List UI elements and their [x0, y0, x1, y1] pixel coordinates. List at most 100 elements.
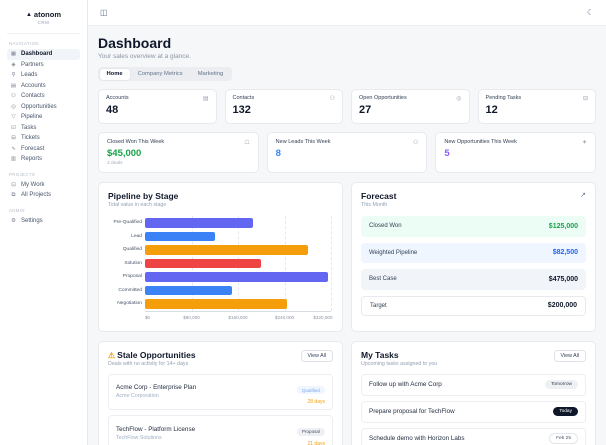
stage-badge: Proposal — [296, 427, 325, 436]
sidebar-item-opportunities[interactable]: ◎ Opportunities — [7, 102, 80, 113]
sidebar-item-label: All Projects — [21, 192, 52, 199]
pipeline-bar-chart: Pre-Qualified Lead Qualified Solution Propos… — [108, 216, 333, 323]
chart-bar-committed[interactable] — [145, 285, 233, 295]
theme-toggle-icon[interactable]: ☾ — [587, 8, 594, 17]
sidebar-item-label: Forecast — [21, 145, 45, 152]
people-icon: ⚇ — [11, 93, 16, 100]
task-item[interactable]: Follow up with Acme Corp Tomorrow — [361, 373, 586, 396]
chart-category-label: Solution — [124, 260, 142, 266]
chart-x-axis — [145, 310, 331, 312]
chart-bar-pre-qualified[interactable] — [145, 218, 253, 228]
tab-company-metrics[interactable]: Company Metrics — [131, 69, 190, 80]
chart-bar-row: Lead — [108, 230, 333, 244]
sidebar-toggle-icon[interactable]: ◫ — [100, 8, 108, 17]
stale-item-meta: Qualified 28 days — [296, 379, 325, 405]
stale-subtitle: Deals with no activity for 14+ days — [108, 360, 189, 367]
chart-bar-qualified[interactable] — [145, 245, 308, 255]
tab-home[interactable]: Home — [99, 68, 130, 80]
stat-value: 132 — [232, 104, 251, 116]
sidebar-item-pipeline[interactable]: ▽ Pipeline — [7, 112, 80, 123]
brand-tagline: CRM — [37, 20, 50, 25]
weekly-row: Closed Won This Week ☖ $45,000 3 deals New L… — [98, 132, 597, 173]
my-tasks-panel: My Tasks Upcoming tasks assigned to you … — [351, 340, 596, 445]
target-icon: ◎ — [11, 103, 16, 110]
folder-icon: ⧉ — [11, 191, 16, 198]
target-icon: ◎ — [456, 96, 462, 102]
stat-value: 12 — [485, 104, 498, 116]
tab-marketing[interactable]: Marketing — [191, 69, 230, 80]
weekly-value: 5 — [444, 148, 450, 159]
chart-bar-proposal[interactable] — [145, 272, 329, 282]
stat-card-pending-tasks[interactable]: Pending Tasks ⊟ 12 — [477, 89, 596, 124]
forecast-label: Best Case — [369, 276, 397, 283]
sidebar-item-label: Opportunities — [21, 103, 57, 110]
warning-icon: ⚠ — [108, 350, 116, 360]
user-arrow-icon: ⚲ — [11, 72, 16, 79]
weekly-card-closed-won-this-week[interactable]: Closed Won This Week ☖ $45,000 3 deals — [98, 132, 259, 173]
chart-bar-row: Proposal — [108, 270, 333, 284]
chart-bar-solution[interactable] — [145, 258, 262, 268]
chart-x-tick-label: $240,000 — [274, 314, 295, 320]
sidebar-item-tickets[interactable]: ⊟ Tickets — [7, 133, 80, 144]
weekly-card-top: New Leads This Week ⚇ — [276, 139, 419, 146]
task-item[interactable]: Schedule demo with Horizon Labs Feb 25 — [361, 427, 586, 445]
chart-bar-track — [145, 272, 331, 282]
sidebar-item-settings[interactable]: ⚙ Settings — [7, 216, 80, 227]
forecast-row-weighted-pipeline: Weighted Pipeline $82,500 — [361, 242, 586, 263]
stale-item-meta: Proposal 21 days — [296, 420, 325, 445]
report-icon: ▥ — [10, 156, 17, 163]
sidebar-item-reports[interactable]: ▥ Reports — [7, 154, 80, 165]
forecast-subtitle: This Month — [361, 202, 388, 208]
chart-bar-lead[interactable] — [145, 231, 215, 241]
tasks-view-all-button[interactable]: View All — [553, 349, 586, 362]
stale-opportunity-item[interactable]: Acme Corp - Enterprise Plan Acme Corporat… — [108, 373, 333, 410]
sidebar-item-all-projects[interactable]: ⧉ All Projects — [7, 190, 80, 201]
sidebar-item-partners[interactable]: ◈ Partners — [7, 60, 80, 71]
chart-x-tick-label: $80,000 — [183, 314, 200, 320]
sidebar-item-accounts[interactable]: ▤ Accounts — [7, 81, 80, 92]
stale-item-text: Acme Corp - Enterprise Plan Acme Corporat… — [116, 384, 196, 399]
forecast-row-closed-won: Closed Won $125,000 — [361, 216, 586, 237]
tasks-subtitle: Upcoming tasks assigned to you — [361, 360, 438, 367]
weekly-card-top: Closed Won This Week ☖ — [107, 139, 250, 146]
sidebar-item-tasks[interactable]: ☑ Tasks — [7, 123, 80, 134]
chart-bar-row: Pre-Qualified — [108, 216, 333, 230]
building-icon: ▤ — [202, 96, 209, 102]
sidebar-item-label: Contacts — [21, 93, 45, 100]
task-title: Prepare proposal for TechFlow — [369, 408, 455, 415]
sidebar-section-label: Projects — [9, 171, 36, 177]
weekly-label: Closed Won This Week — [107, 139, 165, 145]
sidebar-item-label: Pipeline — [21, 114, 43, 121]
brand: ▲ atonom CRM — [7, 8, 80, 34]
stat-card-open-opportunities[interactable]: Open Opportunities ◎ 27 — [351, 89, 470, 124]
trophy-icon: ☖ — [244, 140, 250, 146]
stats-row: Accounts ▤ 48 Contacts ⚇ 132 Open Opportunitie… — [98, 89, 596, 124]
opportunity-title: TechFlow - Platform License — [116, 425, 196, 433]
sidebar-item-leads[interactable]: ⚲ Leads — [7, 70, 80, 81]
stale-opportunity-item[interactable]: TechFlow - Platform License TechFlow Solu… — [108, 415, 333, 445]
stat-card-top: Contacts ⚇ — [233, 95, 336, 102]
sidebar-section-label: Admin — [9, 207, 25, 213]
sidebar-item-dashboard[interactable]: ▦ Dashboard — [7, 49, 80, 60]
sidebar-item-label: Partners — [21, 61, 44, 68]
sidebar-item-forecast[interactable]: ∿ Forecast — [7, 144, 80, 155]
sidebar-item-contacts[interactable]: ⚇ Contacts — [7, 91, 80, 102]
task-item[interactable]: Prepare proposal for TechFlow Today — [361, 400, 586, 423]
stat-card-top: Open Opportunities ◎ — [359, 95, 462, 102]
pipeline-chart-title: Pipeline by Stage — [108, 191, 179, 201]
stale-view-all-button[interactable]: View All — [300, 349, 333, 362]
chart-bar-track — [145, 285, 331, 295]
weekly-label: New Opportunities This Week — [444, 139, 517, 145]
user-plus-icon: ⚇ — [412, 140, 419, 146]
stat-card-contacts[interactable]: Contacts ⚇ 132 — [224, 89, 343, 124]
chart-bar-track — [145, 231, 331, 241]
stat-card-top: Pending Tasks ⊟ — [486, 95, 589, 102]
chart-bar-negotiation[interactable] — [145, 299, 288, 309]
sidebar-item-my-work[interactable]: ⊡ My Work — [7, 180, 80, 191]
chart-bar-row: Committed — [108, 284, 333, 298]
stat-card-accounts[interactable]: Accounts ▤ 48 — [98, 89, 217, 124]
chart-bar-row: Negotiation — [108, 297, 333, 311]
chart-category-label: Lead — [131, 233, 142, 239]
weekly-card-new-opportunities-this-week[interactable]: New Opportunities This Week ✦ 5 — [435, 132, 597, 173]
weekly-card-new-leads-this-week[interactable]: New Leads This Week ⚇ 8 — [266, 132, 428, 173]
